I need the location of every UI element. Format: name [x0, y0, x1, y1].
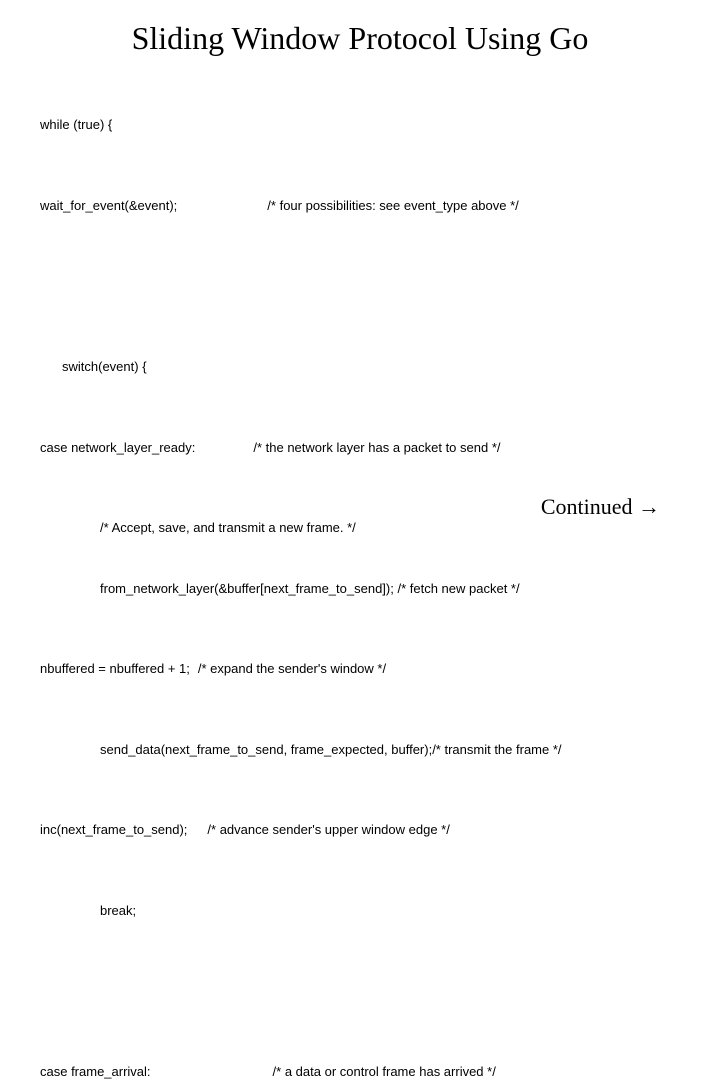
blank-line [40, 981, 680, 1001]
code-block: while (true) { wait_for_event(&event); /… [40, 75, 680, 1080]
code-line: wait_for_event(&event); [40, 196, 177, 216]
blank-line [40, 276, 680, 296]
slide-title: Sliding Window Protocol Using Go [40, 20, 680, 57]
code-line: while (true) { [40, 115, 680, 135]
code-line: from_network_layer(&buffer[next_frame_to… [40, 579, 680, 599]
code-line: send_data(next_frame_to_send, frame_expe… [40, 740, 680, 760]
code-comment: /* expand the sender's window */ [190, 659, 386, 679]
code-comment: /* the network layer has a packet to sen… [195, 438, 500, 458]
code-line: case frame_arrival: [40, 1062, 151, 1080]
code-line: nbuffered = nbuffered + 1; [40, 659, 190, 679]
continued-label: Continued → [541, 494, 660, 520]
code-comment: /* advance sender's upper window edge */ [187, 820, 449, 840]
code-line: break; [40, 901, 680, 921]
code-line: switch(event) { [40, 357, 680, 377]
code-comment: /* four possibilities: see event_type ab… [177, 196, 518, 216]
code-line: inc(next_frame_to_send); [40, 820, 187, 840]
code-comment: /* Accept, save, and transmit a new fram… [40, 518, 680, 538]
code-comment: /* a data or control frame has arrived *… [151, 1062, 496, 1080]
code-line: case network_layer_ready: [40, 438, 195, 458]
